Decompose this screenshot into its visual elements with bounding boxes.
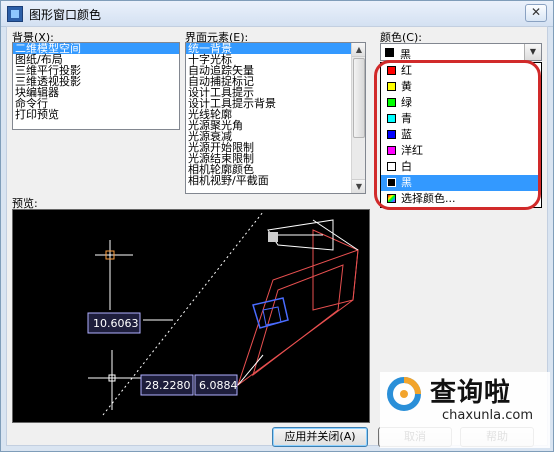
chevron-down-icon[interactable]: ▼ bbox=[524, 44, 541, 60]
elements-scrollbar[interactable]: ▲ ▼ bbox=[351, 43, 365, 193]
dimension-value-3: 6.0884 bbox=[199, 379, 238, 392]
dimension-box-1: 10.6063 bbox=[87, 312, 141, 334]
scroll-thumb[interactable] bbox=[353, 58, 365, 138]
watermark: 查询啦 chaxunla.com bbox=[380, 372, 550, 448]
close-button[interactable]: ✕ bbox=[525, 4, 547, 22]
scroll-up-arrow-icon[interactable]: ▲ bbox=[352, 43, 365, 57]
background-listbox[interactable]: 二维模型空间 图纸/布局 三维平行投影 三维透视投影 块编辑器 命令行 打印预览 bbox=[12, 42, 180, 130]
light-glyph bbox=[252, 297, 289, 329]
color-combobox[interactable]: 黑 ▼ bbox=[380, 43, 542, 61]
preview-canvas: 10.6063 28.2280 6.0884 bbox=[12, 209, 370, 423]
crosshair-bottom bbox=[88, 350, 143, 410]
camera-frustum bbox=[237, 219, 359, 387]
crosshair-top bbox=[95, 240, 133, 310]
interface-elements-listbox[interactable]: 统一背景 十字光标 自动追踪矢量 自动捕捉标记 设计工具提示 设计工具提示背景 光线轮廓 光源… bbox=[185, 42, 366, 194]
watermark-url: chaxunla.com bbox=[442, 408, 533, 423]
magnifier-icon bbox=[387, 377, 421, 411]
preview-drawing: 10.6063 28.2280 6.0884 bbox=[87, 211, 359, 416]
scroll-down-arrow-icon[interactable]: ▼ bbox=[352, 179, 365, 193]
watermark-text: 查询啦 bbox=[430, 378, 512, 408]
color-swatch-icon bbox=[385, 48, 394, 57]
interface-element-list-item[interactable]: 相机视野/平截面 bbox=[186, 175, 351, 186]
dimension-box-2: 28.2280 bbox=[140, 374, 194, 396]
app-icon bbox=[7, 6, 23, 22]
background-list-item[interactable]: 打印预览 bbox=[13, 109, 179, 120]
title-bar[interactable]: 图形窗口颜色 ✕ bbox=[1, 1, 553, 27]
dimension-value-2: 28.2280 bbox=[145, 379, 191, 392]
highlight-annotation bbox=[374, 60, 541, 210]
apply-and-close-button[interactable]: 应用并关闭(A) bbox=[272, 427, 368, 447]
dimension-box-3: 6.0884 bbox=[194, 374, 238, 396]
window-title: 图形窗口颜色 bbox=[29, 8, 102, 22]
dimension-value-1: 10.6063 bbox=[93, 317, 139, 330]
